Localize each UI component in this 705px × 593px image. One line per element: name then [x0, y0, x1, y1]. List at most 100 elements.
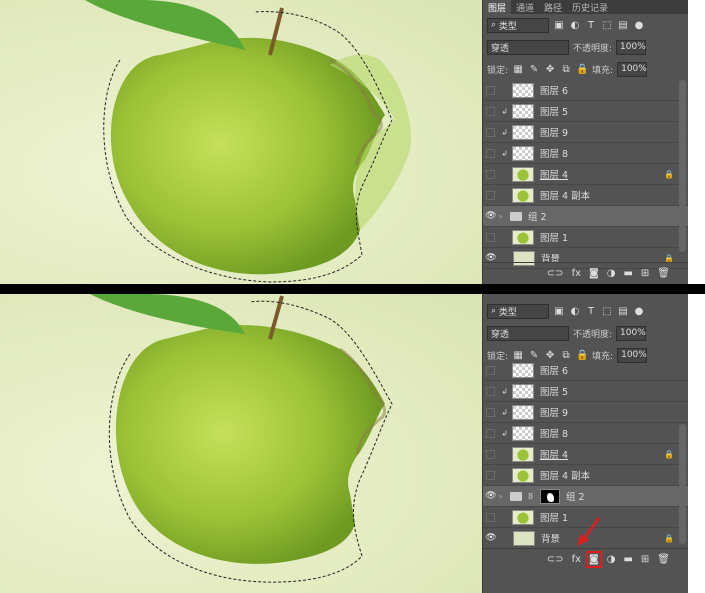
- visibility-toggle[interactable]: [486, 365, 495, 375]
- lock-all-icon[interactable]: 🔒: [576, 64, 588, 75]
- layer-thumbnail[interactable]: [513, 530, 535, 546]
- lock-position-icon[interactable]: ✥: [544, 350, 556, 361]
- type-filter-icon[interactable]: T: [585, 20, 597, 31]
- eye-icon[interactable]: 👁: [483, 533, 499, 543]
- lock-position-icon[interactable]: ✥: [544, 64, 556, 75]
- lock-pixels-icon[interactable]: ✎: [528, 64, 540, 75]
- lock-all-icon[interactable]: 🔒: [576, 350, 588, 361]
- visibility-toggle[interactable]: [486, 428, 495, 438]
- layer-row[interactable]: ↲ 图层 5: [483, 101, 688, 122]
- layer-row[interactable]: 👁 › 8 组 2: [483, 486, 688, 507]
- visibility-toggle[interactable]: [486, 386, 495, 396]
- visibility-toggle[interactable]: [486, 85, 495, 95]
- lock-pixels-icon[interactable]: ✎: [528, 350, 540, 361]
- shape-filter-icon[interactable]: ⬚: [601, 20, 613, 31]
- adjustment-icon[interactable]: ◑: [607, 554, 616, 565]
- smart-object-filter-icon[interactable]: ▤: [617, 306, 629, 317]
- adjustment-filter-icon[interactable]: ◐: [569, 306, 581, 317]
- layer-thumbnail[interactable]: [512, 124, 534, 140]
- blend-mode-select[interactable]: 穿透: [487, 39, 569, 55]
- layer-thumbnail[interactable]: [512, 145, 534, 161]
- layer-thumbnail[interactable]: [512, 229, 534, 245]
- layer-row[interactable]: ↲ 图层 5: [483, 381, 688, 402]
- layer-thumbnail[interactable]: [512, 187, 534, 203]
- opacity-input[interactable]: 100%: [616, 39, 647, 55]
- visibility-toggle[interactable]: [486, 407, 495, 417]
- visibility-toggle[interactable]: [486, 169, 495, 179]
- trash-icon[interactable]: 🗑: [657, 554, 670, 565]
- layer-row[interactable]: 👁 › 组 2: [483, 206, 688, 227]
- document-canvas[interactable]: [0, 294, 482, 593]
- link-icon[interactable]: ⊂⊃: [547, 268, 564, 279]
- chevron-right-icon[interactable]: ›: [499, 492, 507, 501]
- blend-mode-select[interactable]: 穿透: [487, 325, 569, 341]
- tab-layers[interactable]: 图层: [483, 0, 512, 14]
- visibility-toggle[interactable]: [486, 512, 495, 522]
- layer-row[interactable]: ↲ 图层 8: [483, 423, 688, 444]
- visibility-toggle[interactable]: [486, 232, 495, 242]
- visibility-toggle[interactable]: [486, 470, 495, 480]
- fx-button[interactable]: fx: [572, 554, 581, 565]
- fill-input[interactable]: 100%: [617, 61, 648, 77]
- opacity-input[interactable]: 100%: [616, 325, 647, 341]
- visibility-toggle[interactable]: [486, 106, 495, 116]
- folder-icon[interactable]: ▬: [623, 268, 632, 279]
- visibility-toggle[interactable]: [486, 148, 495, 158]
- filter-kind-select[interactable]: ⌕ 类型: [487, 303, 549, 319]
- layer-mask-thumbnail[interactable]: [540, 488, 560, 504]
- visibility-toggle[interactable]: [486, 190, 495, 200]
- layer-thumbnail[interactable]: [512, 166, 534, 182]
- layer-row[interactable]: ↲ 图层 9: [483, 402, 688, 423]
- layer-thumbnail[interactable]: [512, 383, 534, 399]
- filter-toggle-icon[interactable]: ●: [633, 20, 645, 31]
- layer-row[interactable]: 图层 6: [483, 360, 688, 381]
- mask-link-icon[interactable]: 8: [528, 492, 536, 501]
- layer-row[interactable]: 图层 4 🔒: [483, 444, 688, 465]
- layer-thumbnail[interactable]: [512, 404, 534, 420]
- visibility-toggle[interactable]: [486, 449, 495, 459]
- chevron-right-icon[interactable]: ›: [499, 212, 507, 221]
- folder-icon[interactable]: ▬: [623, 554, 632, 565]
- lock-artboard-icon[interactable]: ⧉: [560, 350, 572, 361]
- smart-object-filter-icon[interactable]: ▤: [617, 20, 629, 31]
- layer-thumbnail[interactable]: [512, 446, 534, 462]
- layer-thumbnail[interactable]: [512, 509, 534, 525]
- image-filter-icon[interactable]: ▣: [553, 20, 565, 31]
- lock-artboard-icon[interactable]: ⧉: [560, 64, 572, 75]
- layer-row[interactable]: ↲ 图层 9: [483, 122, 688, 143]
- eye-icon[interactable]: 👁: [483, 211, 499, 221]
- adjustment-filter-icon[interactable]: ◐: [569, 20, 581, 31]
- layer-thumbnail[interactable]: [512, 103, 534, 119]
- layer-thumbnail[interactable]: [512, 467, 534, 483]
- link-icon[interactable]: ⊂⊃: [547, 554, 564, 565]
- eye-icon[interactable]: 👁: [483, 491, 499, 501]
- layers-scrollbar[interactable]: [679, 424, 686, 544]
- tab-channels[interactable]: 通道: [511, 0, 539, 14]
- lock-transparency-icon[interactable]: ▦: [512, 64, 524, 75]
- add-mask-button[interactable]: ◙: [586, 551, 602, 568]
- fx-button[interactable]: fx: [572, 268, 581, 279]
- layer-thumbnail[interactable]: [512, 362, 534, 378]
- document-canvas[interactable]: [0, 0, 482, 284]
- new-layer-icon[interactable]: ⊞: [641, 554, 649, 565]
- tab-paths[interactable]: 路径: [539, 0, 567, 14]
- lock-transparency-icon[interactable]: ▦: [512, 350, 524, 361]
- filter-kind-select[interactable]: ⌕ 类型: [487, 17, 549, 33]
- layer-thumbnail[interactable]: [512, 425, 534, 441]
- type-filter-icon[interactable]: T: [585, 306, 597, 317]
- layer-row[interactable]: 图层 1: [483, 227, 688, 248]
- layer-row[interactable]: 图层 6: [483, 80, 688, 101]
- visibility-toggle[interactable]: [486, 127, 495, 137]
- add-mask-button[interactable]: ◙: [589, 268, 599, 279]
- tab-history[interactable]: 历史记录: [567, 0, 613, 14]
- layer-row[interactable]: ↲ 图层 8: [483, 143, 688, 164]
- layer-row[interactable]: 图层 4 副本: [483, 465, 688, 486]
- trash-icon[interactable]: 🗑: [657, 268, 670, 279]
- layer-thumbnail[interactable]: [512, 82, 534, 98]
- filter-toggle-icon[interactable]: ●: [633, 306, 645, 317]
- layer-row[interactable]: 图层 4 🔒: [483, 164, 688, 185]
- image-filter-icon[interactable]: ▣: [553, 306, 565, 317]
- shape-filter-icon[interactable]: ⬚: [601, 306, 613, 317]
- layers-scrollbar[interactable]: [679, 80, 686, 252]
- layer-row[interactable]: 图层 4 副本: [483, 185, 688, 206]
